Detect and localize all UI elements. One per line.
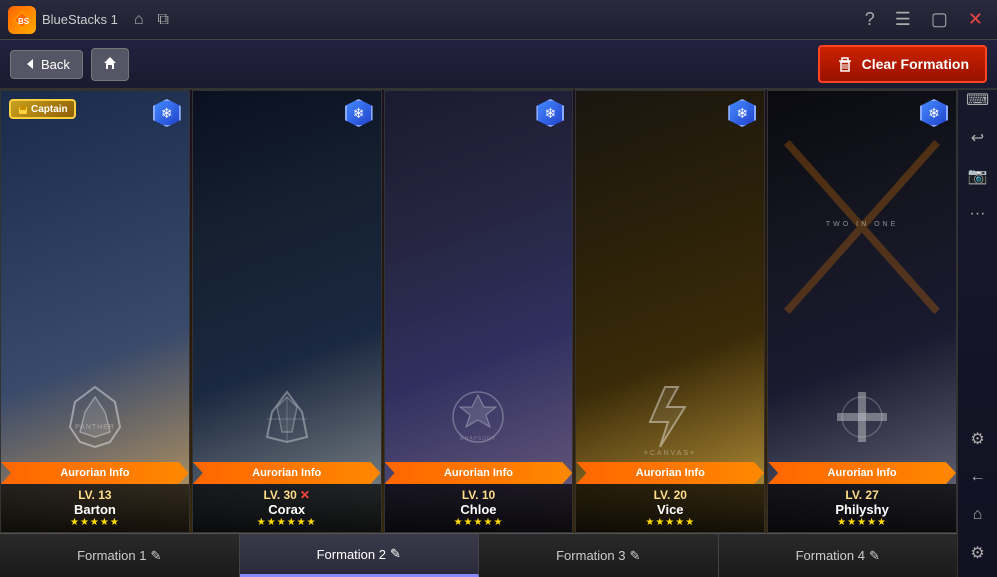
- sidebar-home-icon[interactable]: ⌂: [962, 499, 994, 531]
- corax-aurorian-label: Aurorian Info: [252, 467, 321, 479]
- cross-emblem: [822, 377, 902, 457]
- close-icon[interactable]: ✕: [962, 7, 989, 32]
- sidebar-settings-icon[interactable]: ⚙: [962, 423, 994, 455]
- main-content: PANTHER Captain ❄ Aurorian Info LV. 13 B…: [0, 90, 957, 577]
- formation-tabs: Formation 1 ✎ Formation 2 ✎ Formation 3 …: [0, 533, 957, 577]
- sidebar-back-icon[interactable]: ←: [962, 461, 994, 493]
- chloe-level: LV. 10: [462, 488, 495, 502]
- clear-formation-label: Clear Formation: [862, 56, 969, 72]
- barton-aurorian-label: Aurorian Info: [60, 467, 129, 479]
- formation-2-edit-icon: ✎: [390, 546, 401, 562]
- chloe-aurorian-label: Aurorian Info: [444, 467, 513, 479]
- philyshy-aurorian-btn[interactable]: Aurorian Info: [768, 462, 956, 484]
- character-card-chloe[interactable]: RHAPSODY ❄ Aurorian Info LV. 10 Chloe ★★…: [384, 90, 574, 533]
- svg-text:×CANVAS×: ×CANVAS×: [644, 450, 696, 457]
- barton-aurorian-btn[interactable]: Aurorian Info: [1, 462, 189, 484]
- back-arrow-icon: [23, 57, 37, 71]
- wolf-emblem: PANTHER: [55, 377, 135, 457]
- formation-tab-2[interactable]: Formation 2 ✎: [240, 534, 480, 577]
- svg-text:PANTHER: PANTHER: [75, 424, 115, 431]
- formation-3-edit-icon: ✎: [629, 548, 640, 564]
- nav-bar: Back Clear Formation: [0, 40, 997, 90]
- barton-level: LV. 13: [78, 488, 111, 502]
- sidebar-camera-icon[interactable]: 📷: [962, 160, 994, 192]
- title-bar: BS BlueStacks 1 ⌂ ⧉ ? ☰ ▢ ✕: [0, 0, 997, 40]
- character-card-barton[interactable]: PANTHER Captain ❄ Aurorian Info LV. 13 B…: [0, 90, 190, 533]
- captain-label: Captain: [31, 104, 68, 115]
- title-bar-nav-icons: ⌂ ⧉: [134, 11, 169, 29]
- captain-badge: Captain: [9, 99, 76, 119]
- svg-text:RHAPSODY: RHAPSODY: [460, 436, 496, 442]
- philyshy-name: Philyshy: [835, 502, 888, 517]
- philyshy-level: LV. 27: [845, 488, 878, 502]
- vice-card-info: LV. 20 Vice ★★★★★: [576, 484, 764, 532]
- chloe-card-info: LV. 10 Chloe ★★★★★: [385, 484, 573, 532]
- character-card-vice[interactable]: ×CANVAS× ❄ Aurorian Info LV. 20 Vice ★★★…: [575, 90, 765, 533]
- philyshy-card-info: LV. 27 Philyshy ★★★★★: [768, 484, 956, 532]
- help-icon[interactable]: ?: [859, 7, 881, 32]
- corax-aurorian-btn[interactable]: Aurorian Info: [193, 462, 381, 484]
- corax-card-info: LV. 30 ✕ Corax ★★★★★★: [193, 484, 381, 532]
- back-label: Back: [41, 57, 70, 72]
- formation-4-edit-icon: ✎: [869, 548, 880, 564]
- home-nav-icon[interactable]: ⌂: [134, 11, 144, 29]
- back-button[interactable]: Back: [10, 50, 83, 79]
- formation-tab-3[interactable]: Formation 3 ✎: [479, 534, 719, 577]
- crown-emblem: RHAPSODY: [438, 377, 518, 457]
- philyshy-aurorian-label: Aurorian Info: [828, 467, 897, 479]
- character-card-corax[interactable]: ❄ Aurorian Info LV. 30 ✕ Corax ★★★★★★: [192, 90, 382, 533]
- formation-tab-1[interactable]: Formation 1 ✎: [0, 534, 240, 577]
- home-button[interactable]: [91, 48, 129, 81]
- corax-level-cross: ✕: [300, 488, 310, 502]
- copy-nav-icon[interactable]: ⧉: [158, 11, 169, 29]
- home-icon: [102, 55, 118, 71]
- restore-icon[interactable]: ▢: [925, 7, 954, 32]
- chloe-aurorian-btn[interactable]: Aurorian Info: [385, 462, 573, 484]
- chloe-stars: ★★★★★: [454, 517, 504, 528]
- vice-level: LV. 20: [654, 488, 687, 502]
- corax-stars: ★★★★★★: [257, 517, 317, 528]
- character-card-philyshy[interactable]: TWO IN ONE ❄ Aurorian Info LV. 27 Philys…: [767, 90, 957, 533]
- chloe-name: Chloe: [460, 502, 496, 517]
- two-in-one-label: TWO IN ONE: [826, 221, 898, 228]
- barton-stars: ★★★★★: [70, 517, 120, 528]
- clear-formation-button[interactable]: Clear Formation: [818, 45, 987, 83]
- svg-text:BS: BS: [18, 17, 30, 26]
- barton-card-info: LV. 13 Barton ★★★★★: [1, 484, 189, 532]
- trash-icon: [836, 55, 854, 73]
- corax-name: Corax: [268, 502, 305, 517]
- vice-name: Vice: [657, 502, 684, 517]
- menu-icon[interactable]: ☰: [889, 7, 917, 32]
- app-name: BlueStacks 1: [42, 12, 118, 27]
- corax-level: LV. 30 ✕: [263, 488, 309, 502]
- sidebar-settings2-icon[interactable]: ⚙: [962, 537, 994, 569]
- captain-icon: [17, 103, 29, 115]
- vice-aurorian-label: Aurorian Info: [636, 467, 705, 479]
- philyshy-stars: ★★★★★: [837, 517, 887, 528]
- vice-stars: ★★★★★: [645, 517, 695, 528]
- app-logo: BS: [8, 6, 36, 34]
- formation-tab-4[interactable]: Formation 4 ✎: [719, 534, 958, 577]
- barton-name: Barton: [74, 502, 116, 517]
- formation-1-edit-icon: ✎: [150, 548, 161, 564]
- vice-aurorian-btn[interactable]: Aurorian Info: [576, 462, 764, 484]
- window-controls: ? ☰ ▢ ✕: [859, 7, 989, 32]
- characters-container: PANTHER Captain ❄ Aurorian Info LV. 13 B…: [0, 90, 957, 533]
- sidebar-rotate-icon[interactable]: ↩: [962, 122, 994, 154]
- lightning-emblem: ×CANVAS×: [630, 377, 710, 457]
- sidebar-more-icon[interactable]: ···: [962, 198, 994, 230]
- raven-emblem: [247, 377, 327, 457]
